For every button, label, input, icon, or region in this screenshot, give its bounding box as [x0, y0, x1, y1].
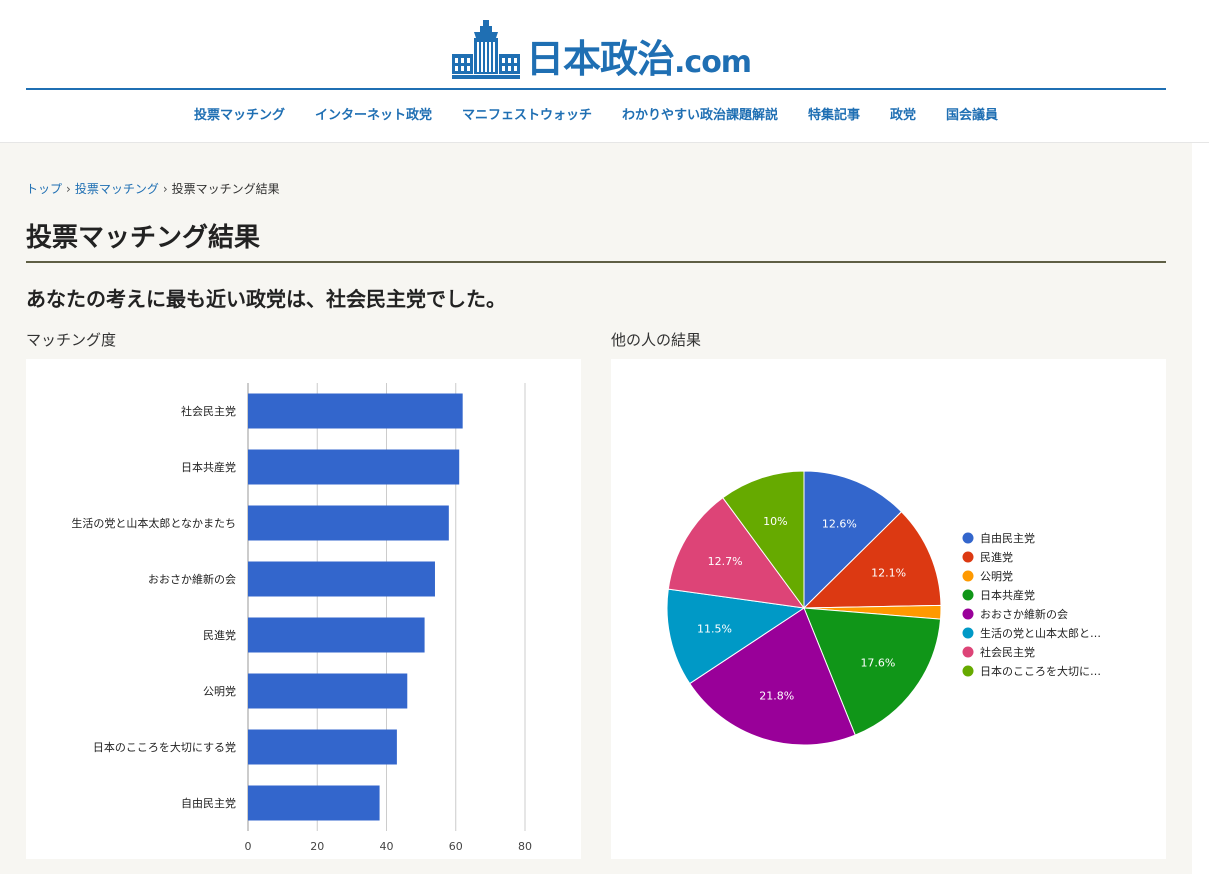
- pie-slice-label: 12.6%: [822, 517, 857, 530]
- legend-label: 生活の党と山本太郎と…: [980, 626, 1101, 640]
- category-label: 社会民主党: [181, 404, 236, 418]
- title-divider: [26, 261, 1166, 263]
- bar[interactable]: [248, 785, 380, 821]
- breadcrumb: トップ › 投票マッチング › 投票マッチング結果: [26, 180, 280, 197]
- legend-label: 自由民主党: [980, 531, 1035, 545]
- nav-item-diet-members[interactable]: 国会議員: [946, 104, 998, 123]
- bar[interactable]: [248, 505, 449, 541]
- category-label: 日本のこころを大切にする党: [93, 740, 236, 754]
- category-label: 公明党: [203, 685, 236, 698]
- main-content: トップ › 投票マッチング › 投票マッチング結果 投票マッチング結果 あなたの考えに最…: [0, 143, 1192, 874]
- breadcrumb-separator: ›: [66, 182, 71, 196]
- legend-swatch: [962, 532, 974, 544]
- others-pie-chart-panel: 12.6% 12.1% 17.6% 21.8% 11.5% 12.7% 10% 自由民主党民進…: [611, 359, 1166, 859]
- pie-slice-label: 10%: [763, 515, 787, 528]
- bar[interactable]: [248, 393, 463, 429]
- page-title: 投票マッチング結果: [26, 223, 261, 253]
- bar[interactable]: [248, 729, 397, 765]
- matching-chart-label: マッチング度: [26, 331, 117, 349]
- others-pie-chart: 12.6% 12.1% 17.6% 21.8% 11.5% 12.7% 10% 自由民主党民進…: [666, 470, 1101, 746]
- nav-item-internet-party[interactable]: インターネット政党: [315, 104, 432, 123]
- category-label: 民進党: [203, 629, 236, 642]
- bar[interactable]: [248, 449, 460, 485]
- breadcrumb-current: 投票マッチング結果: [171, 182, 280, 196]
- category-label: 生活の党と山本太郎となかまたち: [71, 516, 236, 530]
- breadcrumb-matching[interactable]: 投票マッチング: [75, 182, 159, 196]
- nav-item-features[interactable]: 特集記事: [808, 104, 860, 123]
- page-edge: [1192, 143, 1209, 874]
- legend-label: おおさか維新の会: [980, 607, 1068, 621]
- legend-swatch: [962, 627, 974, 639]
- bar[interactable]: [248, 673, 408, 709]
- legend-label: 民進党: [980, 551, 1013, 564]
- matching-bar-chart: 0 20 40 60 80 社会民主党日本共産党生活の党と山本太郎となかまたちおおさか維新…: [71, 383, 532, 853]
- nav-item-policy-explained[interactable]: わかりやすい政治課題解説: [622, 104, 778, 123]
- x-tick-label: 80: [518, 840, 532, 853]
- site-header: 日本政治.com 投票マッチング インターネット政党 マニフェストウォッチ わか…: [0, 0, 1209, 143]
- x-tick-label: 0: [245, 840, 252, 853]
- legend-swatch: [962, 646, 974, 658]
- legend-label: 公明党: [980, 570, 1013, 583]
- pie-slice-label: 21.8%: [759, 690, 794, 703]
- legend-swatch: [962, 608, 974, 620]
- site-logo[interactable]: 日本政治.com: [452, 16, 752, 81]
- pie-slice-label: 12.7%: [708, 555, 743, 568]
- breadcrumb-top[interactable]: トップ: [26, 182, 62, 196]
- legend-swatch: [962, 665, 974, 677]
- pie-slice-label: 12.1%: [871, 566, 906, 579]
- logo-wordmark: 日本政治.com: [526, 37, 752, 81]
- legend-label: 日本共産党: [980, 588, 1035, 602]
- bar[interactable]: [248, 561, 435, 597]
- legend-swatch: [962, 551, 974, 563]
- main-nav: 投票マッチング インターネット政党 マニフェストウォッチ わかりやすい政治課題解…: [0, 104, 1192, 123]
- pie-slice-label: 17.6%: [860, 656, 895, 669]
- legend-swatch: [962, 570, 974, 582]
- nav-item-manifest-watch[interactable]: マニフェストウォッチ: [462, 104, 592, 123]
- logo-suffix: .com: [674, 45, 752, 80]
- matching-bar-chart-panel: 0 20 40 60 80 社会民主党日本共産党生活の党と山本太郎となかまたちおおさか維新…: [26, 359, 581, 859]
- bar[interactable]: [248, 617, 425, 653]
- category-label: おおさか維新の会: [148, 572, 236, 586]
- nav-item-parties[interactable]: 政党: [890, 104, 916, 123]
- pie-slice-label: 11.5%: [697, 622, 732, 635]
- legend-swatch: [962, 589, 974, 601]
- header-divider: [26, 88, 1166, 90]
- others-chart-label: 他の人の結果: [611, 331, 702, 349]
- diet-building-icon: [452, 20, 520, 79]
- nav-item-vote-matching[interactable]: 投票マッチング: [194, 104, 285, 123]
- x-tick-label: 40: [380, 840, 394, 853]
- category-label: 日本共産党: [181, 460, 236, 474]
- category-label: 自由民主党: [181, 796, 236, 810]
- result-heading: あなたの考えに最も近い政党は、社会民主党でした。: [26, 287, 506, 311]
- legend-label: 社会民主党: [980, 645, 1035, 659]
- breadcrumb-separator: ›: [162, 182, 168, 196]
- x-tick-label: 20: [310, 840, 324, 853]
- logo-text: 日本政治: [526, 37, 675, 81]
- legend-label: 日本のこころを大切に…: [980, 664, 1101, 678]
- x-tick-label: 60: [449, 840, 463, 853]
